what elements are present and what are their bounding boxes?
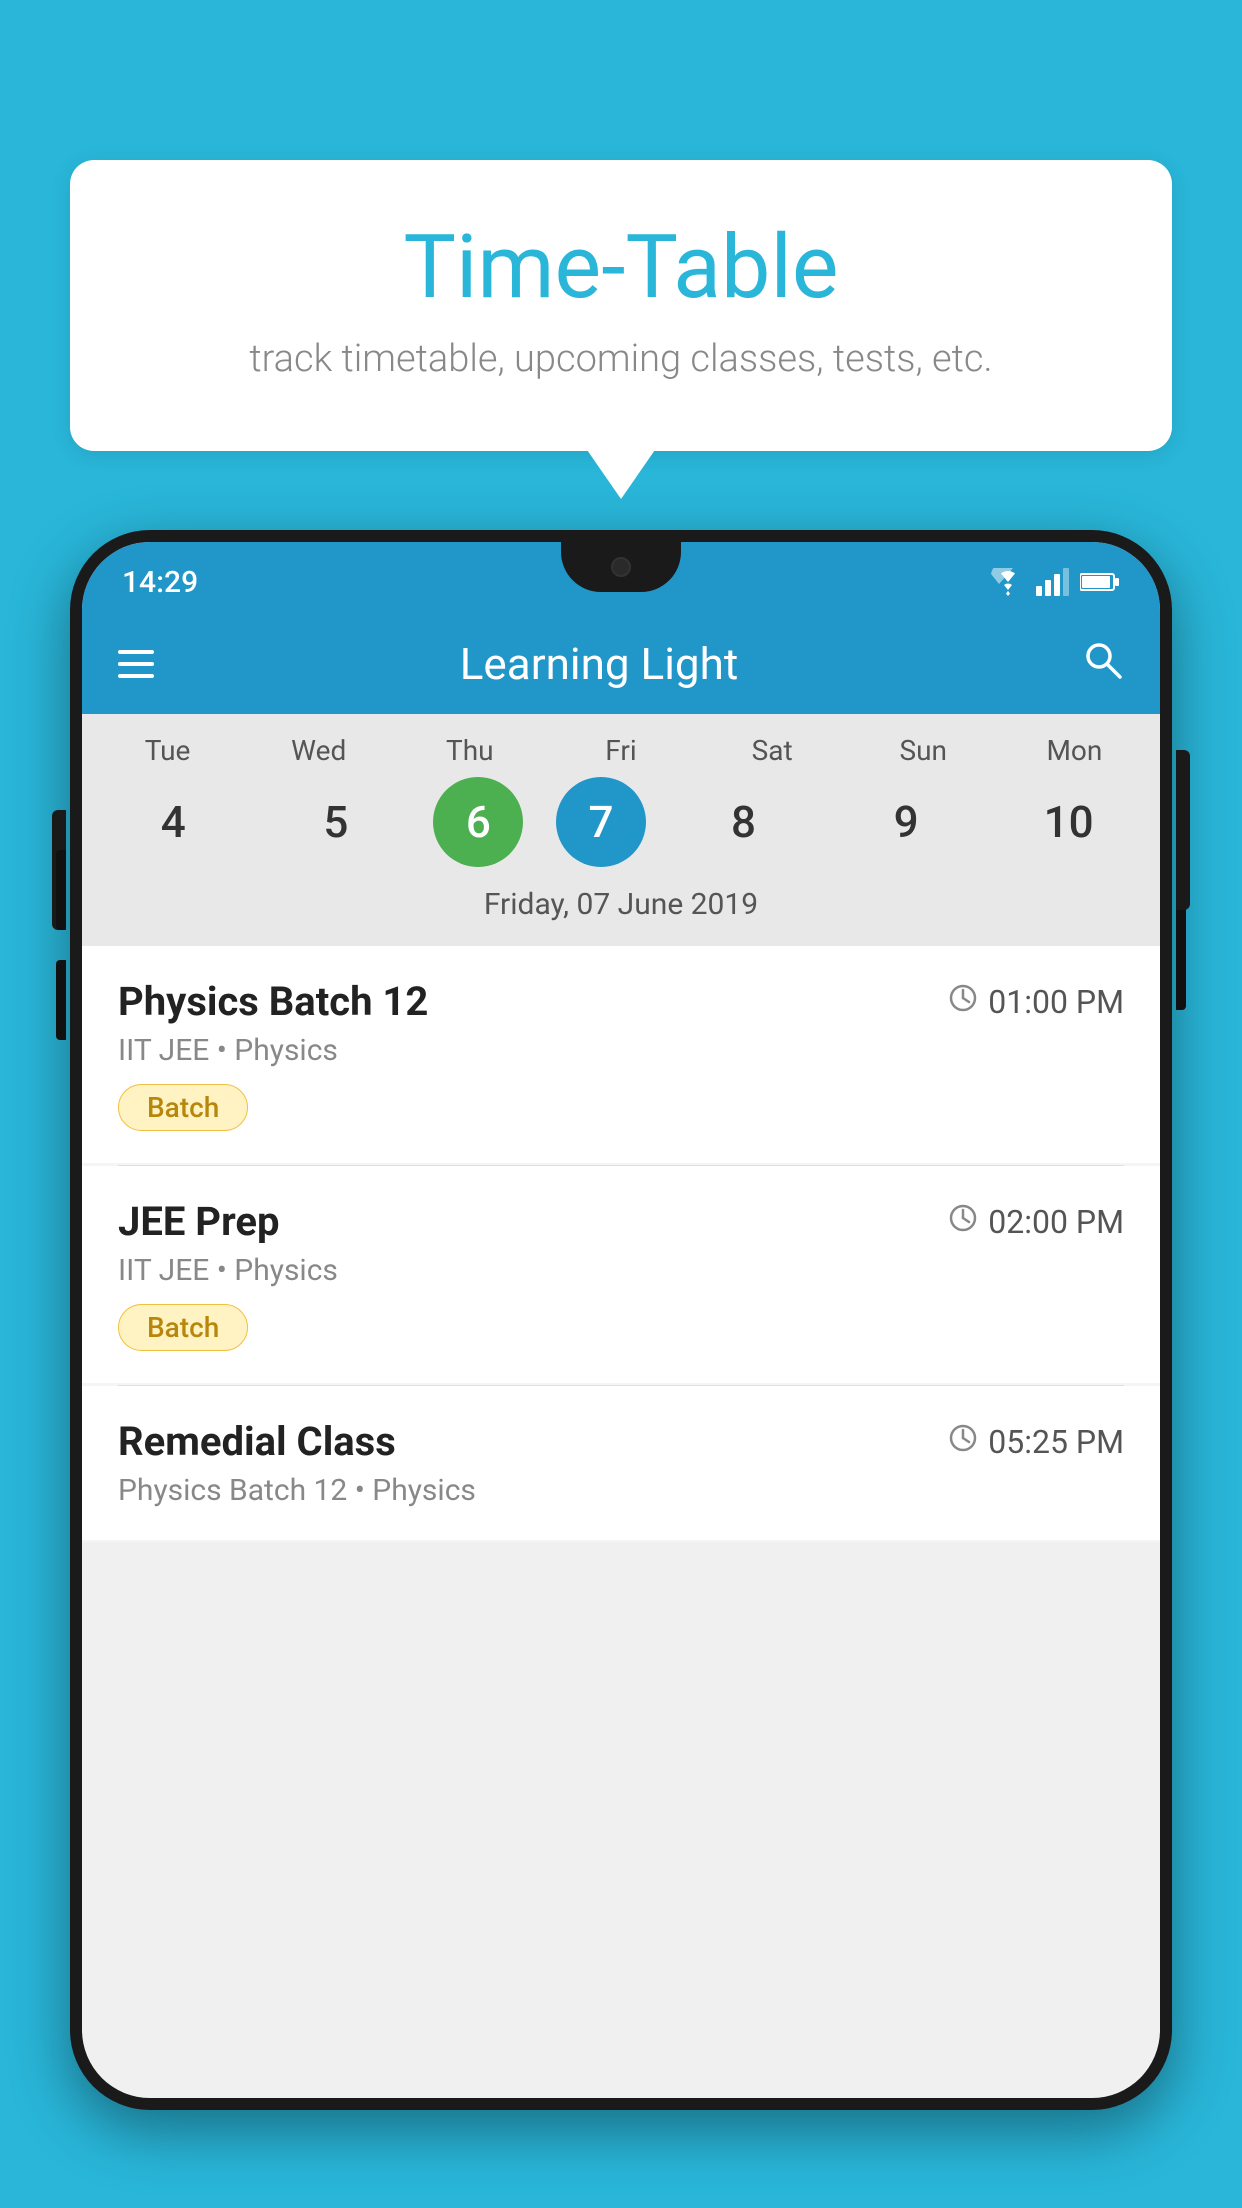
phone-screen: 14:29 — [82, 542, 1160, 2098]
day-header-wed: Wed — [254, 734, 384, 767]
day-6-today[interactable]: 6 — [433, 777, 523, 867]
phone-wrapper: 14:29 — [70, 530, 1172, 2208]
day-headers: Tue Wed Thu Fri Sat Sun Mon — [92, 734, 1150, 767]
day-header-thu: Thu — [405, 734, 535, 767]
day-header-mon: Mon — [1009, 734, 1139, 767]
battery-icon — [1080, 571, 1120, 593]
speech-bubble: Time-Table track timetable, upcoming cla… — [70, 160, 1172, 451]
class-name-2: JEE Prep — [118, 1198, 279, 1245]
day-5[interactable]: 5 — [271, 777, 401, 867]
day-9[interactable]: 9 — [841, 777, 971, 867]
day-7-selected[interactable]: 7 — [556, 777, 646, 867]
bubble-subtitle: track timetable, upcoming classes, tests… — [110, 337, 1132, 381]
class-meta-1: IIT JEE • Physics — [118, 1033, 1124, 1068]
class-time-2: 02:00 PM — [948, 1203, 1124, 1241]
day-4[interactable]: 4 — [108, 777, 238, 867]
phone-outer: 14:29 — [70, 530, 1172, 2110]
day-header-fri: Fri — [556, 734, 686, 767]
class-time-3: 05:25 PM — [948, 1423, 1124, 1461]
clock-icon-1 — [948, 983, 978, 1021]
day-8[interactable]: 8 — [679, 777, 809, 867]
hamburger-menu[interactable] — [118, 650, 154, 678]
phone-notch — [561, 542, 681, 592]
clock-icon-3 — [948, 1423, 978, 1461]
status-time: 14:29 — [122, 565, 198, 600]
bubble-title: Time-Table — [110, 220, 1132, 317]
speech-bubble-container: Time-Table track timetable, upcoming cla… — [70, 160, 1172, 451]
app-title: Learning Light — [182, 638, 1016, 690]
app-bar: Learning Light — [82, 614, 1160, 714]
class-name-1: Physics Batch 12 — [118, 978, 428, 1025]
day-10[interactable]: 10 — [1004, 777, 1134, 867]
class-card-3[interactable]: Remedial Class 05:25 PM — [82, 1386, 1160, 1540]
front-camera — [611, 557, 631, 577]
class-meta-2: IIT JEE • Physics — [118, 1253, 1124, 1288]
calendar-strip: Tue Wed Thu Fri Sat Sun Mon 4 5 6 7 8 9 … — [82, 714, 1160, 946]
batch-tag-1: Batch — [118, 1084, 248, 1131]
day-header-sun: Sun — [858, 734, 988, 767]
batch-tag-2: Batch — [118, 1304, 248, 1351]
status-icons — [990, 568, 1120, 596]
day-numbers: 4 5 6 7 8 9 10 — [92, 777, 1150, 867]
selected-date-label: Friday, 07 June 2019 — [92, 877, 1150, 936]
class-card-2[interactable]: JEE Prep 02:00 PM — [82, 1166, 1160, 1383]
search-button[interactable] — [1080, 637, 1124, 692]
clock-icon-2 — [948, 1203, 978, 1241]
class-time-1: 01:00 PM — [948, 983, 1124, 1021]
content-area: Physics Batch 12 01:00 PM — [82, 946, 1160, 1542]
class-name-3: Remedial Class — [118, 1418, 396, 1465]
day-header-sat: Sat — [707, 734, 837, 767]
class-card-1[interactable]: Physics Batch 12 01:00 PM — [82, 946, 1160, 1163]
day-header-tue: Tue — [103, 734, 233, 767]
signal-icon — [1036, 568, 1070, 596]
class-meta-3: Physics Batch 12 • Physics — [118, 1473, 1124, 1508]
wifi-icon — [990, 568, 1026, 596]
